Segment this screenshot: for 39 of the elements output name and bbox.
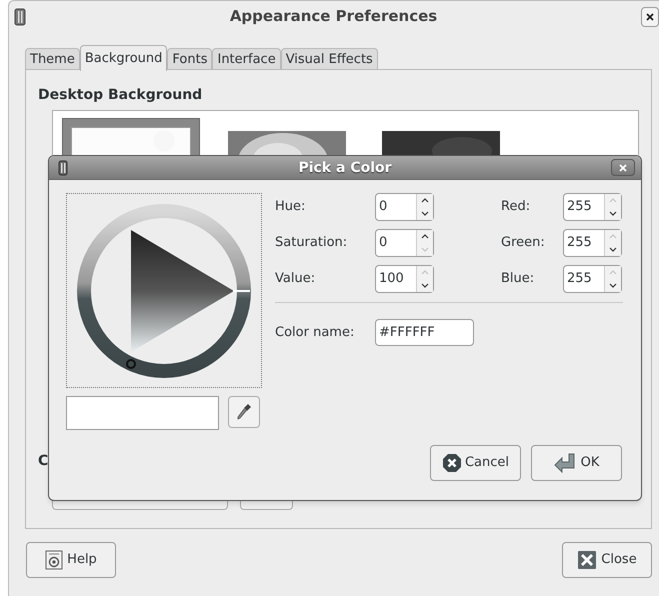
tab[interactable]: Theme [25,48,80,70]
close-button[interactable] [641,7,659,27]
field-label: Color name: [275,324,356,342]
section-label: C [38,452,48,471]
field-label: Hue: [275,198,306,216]
tab[interactable]: Interface [212,48,281,70]
spin-field[interactable]: 100 [375,265,434,293]
eyedropper-button[interactable] [228,396,260,428]
close-button[interactable] [611,159,635,176]
tab[interactable]: Background [80,45,168,71]
window-menu-icon[interactable] [14,8,26,26]
close-icon [577,550,598,570]
tab[interactable]: Fonts [167,48,212,70]
window-menu-icon[interactable] [58,160,68,176]
color-name-field[interactable]: #FFFFFF [375,319,474,346]
spin-field[interactable]: 255 [563,265,622,293]
field-label: Green: [501,234,546,252]
section-heading: Desktop Background [38,86,202,105]
close-button[interactable]: Close [562,542,652,578]
field-label: Value: [275,270,316,288]
cancel-icon [442,453,462,473]
field-label: Red: [501,198,532,216]
cancel-button[interactable]: Cancel [430,445,521,481]
field-label: Blue: [501,270,536,288]
close-icon [646,13,654,21]
spin-field[interactable]: 0 [375,193,434,221]
ok-button[interactable]: OK [531,445,622,481]
help-button[interactable]: Help [26,542,116,578]
eyedropper-icon [236,403,252,421]
window-title: Appearance Preferences [230,6,438,27]
tab[interactable]: Visual Effects [280,48,378,70]
spin-field[interactable]: 255 [563,193,622,221]
selected-thumbnail[interactable] [62,118,200,155]
field-label: Saturation: [275,234,348,252]
dialog-title: Pick a Color [298,158,392,178]
spin-field[interactable]: 0 [375,229,434,257]
spin-field[interactable]: 255 [563,229,622,257]
close-icon [619,164,627,172]
help-book-icon [45,550,64,570]
